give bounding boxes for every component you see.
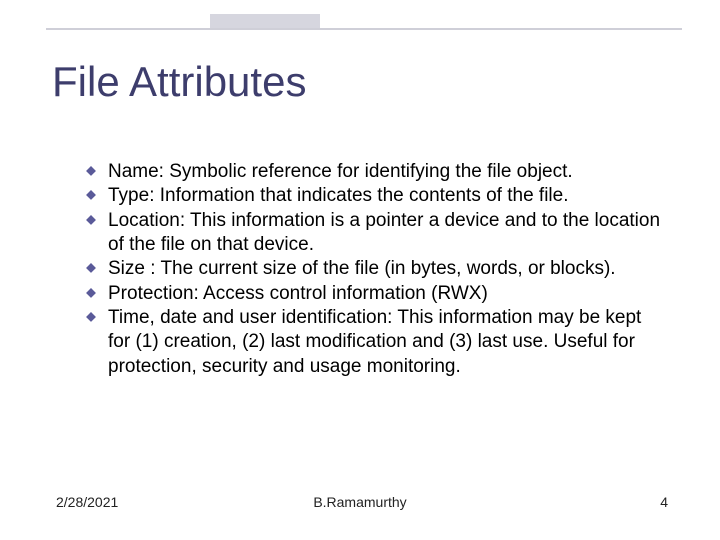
list-item: Protection: Access control information (… — [86, 282, 668, 306]
bullet-text: Protection: Access control information (… — [108, 283, 488, 304]
list-item: Size : The current size of the file (in … — [86, 257, 668, 281]
slide: File Attributes Name: Symbolic reference… — [0, 0, 720, 540]
list-item: Name: Symbolic reference for identifying… — [86, 160, 668, 184]
footer-page-number: 4 — [660, 494, 668, 510]
header-decoration — [0, 0, 720, 34]
bullet-text: Type: Information that indicates the con… — [108, 185, 569, 206]
bullet-text: Name: Symbolic reference for identifying… — [108, 161, 573, 182]
list-item: Type: Information that indicates the con… — [86, 184, 668, 208]
bullet-text: Time, date and user identification: This… — [108, 307, 641, 377]
diamond-bullet-icon — [86, 166, 96, 176]
bullet-text: Size : The current size of the file (in … — [108, 258, 616, 279]
bullet-text: Location: This information is a pointer … — [108, 210, 660, 255]
diamond-bullet-icon — [86, 263, 96, 273]
bullet-list: Name: Symbolic reference for identifying… — [86, 160, 668, 379]
diamond-bullet-icon — [86, 215, 96, 225]
diamond-bullet-icon — [86, 312, 96, 322]
diamond-bullet-icon — [86, 190, 96, 200]
slide-title: File Attributes — [52, 58, 306, 106]
diamond-bullet-icon — [86, 288, 96, 298]
footer-author: B.Ramamurthy — [0, 494, 720, 510]
list-item: Time, date and user identification: This… — [86, 306, 668, 379]
header-line — [46, 28, 682, 30]
list-item: Location: This information is a pointer … — [86, 209, 668, 258]
